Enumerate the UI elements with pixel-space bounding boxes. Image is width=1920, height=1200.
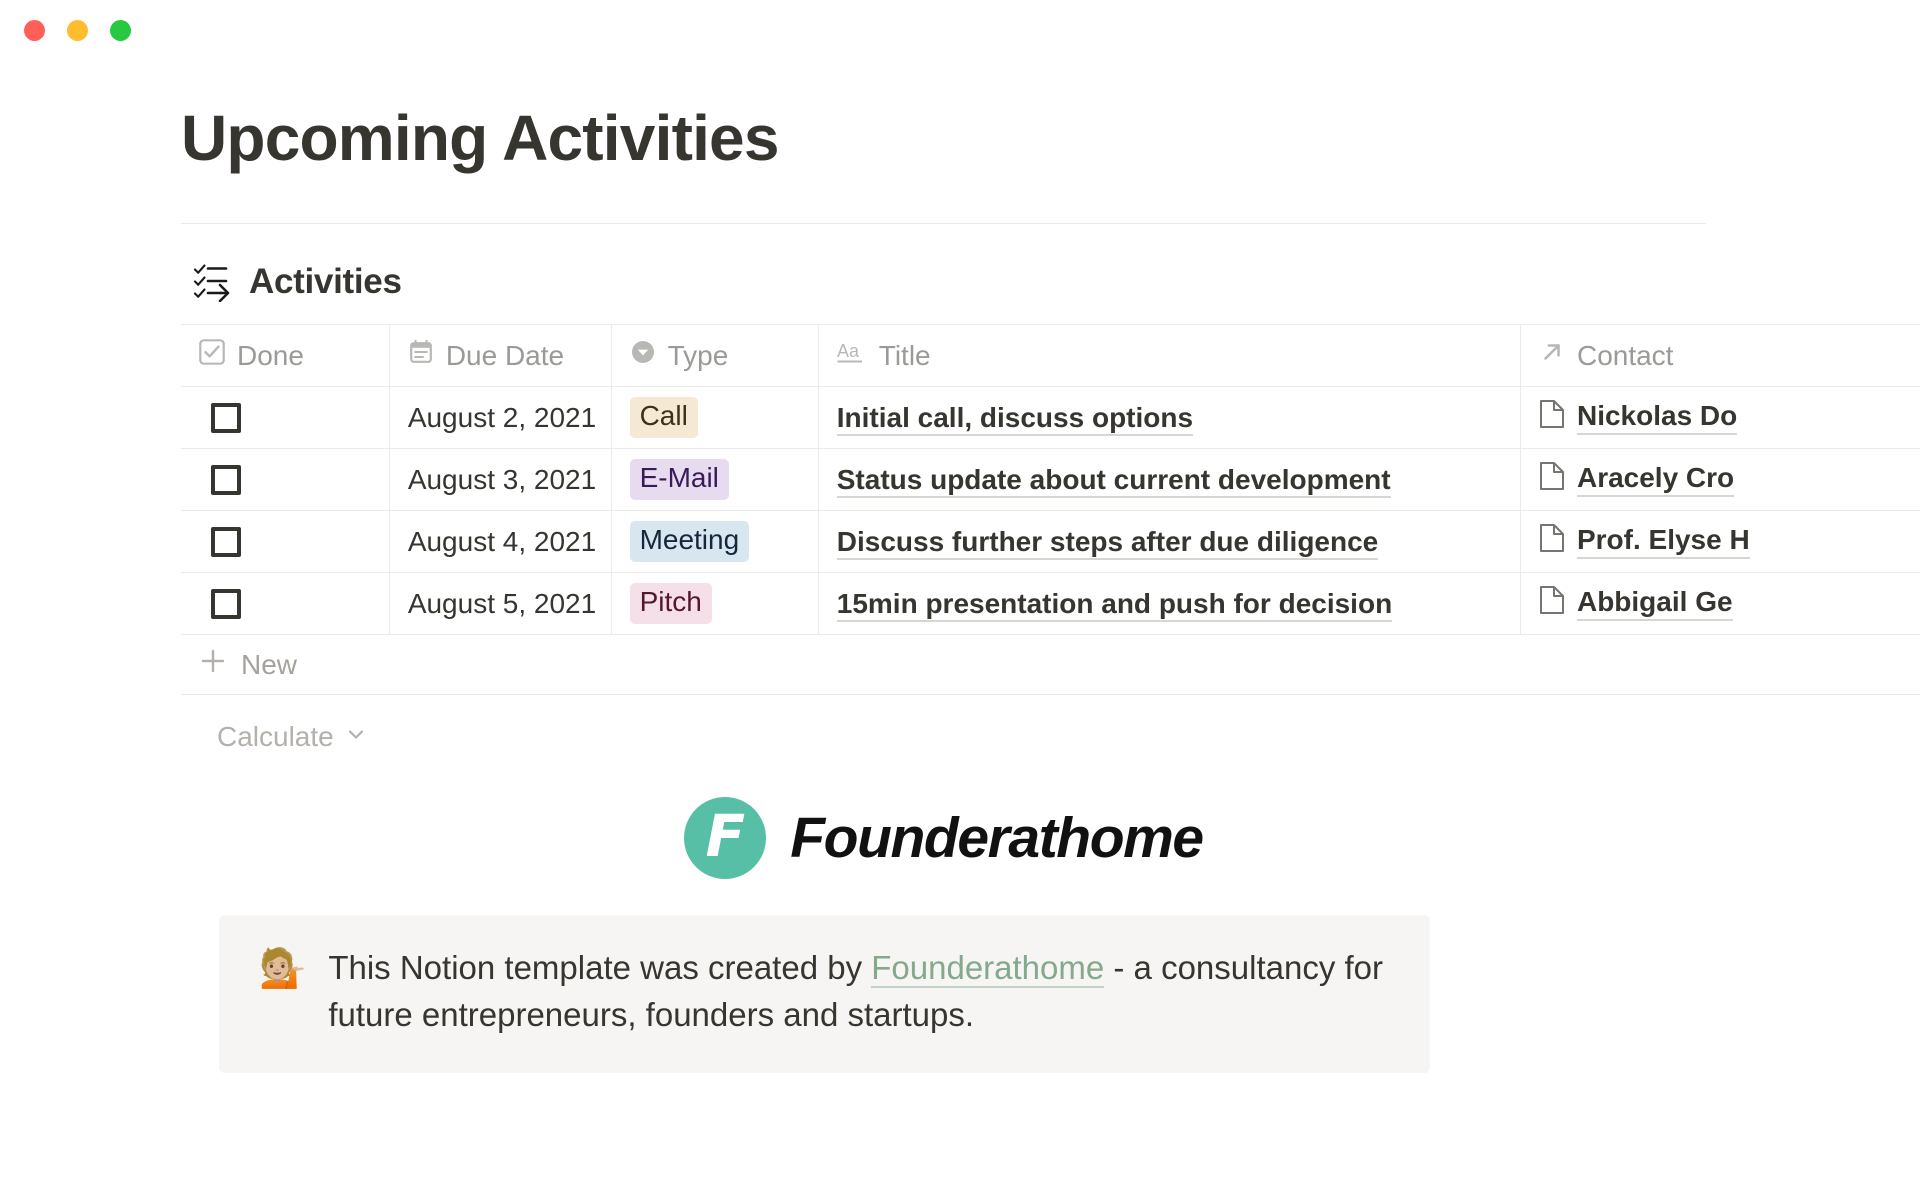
calendar-icon	[408, 339, 434, 372]
logo-mark-letter: F	[705, 802, 746, 871]
plus-icon	[199, 647, 227, 682]
cell-type[interactable]: Meeting	[611, 510, 819, 574]
column-header-contact[interactable]: Contact	[1520, 324, 1920, 388]
column-header-title[interactable]: Aa Title	[818, 324, 1521, 388]
database-table-wrapper: Done Due Date Type Aa Title Contact Augu…	[181, 324, 1920, 636]
close-button[interactable]	[24, 19, 45, 41]
logo-wordmark: Founderathome	[790, 806, 1204, 871]
callout-block: 💁🏼 This Notion template was created by F…	[219, 915, 1430, 1073]
select-icon	[630, 339, 656, 372]
column-header-due-date-label: Due Date	[445, 339, 565, 371]
cell-title[interactable]: Discuss further steps after due diligenc…	[818, 510, 1521, 574]
page-document-icon	[1539, 461, 1565, 498]
window-titlebar	[0, 0, 1920, 60]
contact-name[interactable]: Aracely Cro	[1576, 462, 1735, 498]
cell-title[interactable]: Status update about current development	[818, 448, 1521, 512]
text-aa-icon: Aa	[837, 339, 867, 372]
svg-text:Aa: Aa	[837, 341, 860, 361]
cell-contact[interactable]: Nickolas Do	[1520, 386, 1920, 450]
calculate-label: Calculate	[217, 721, 334, 753]
cell-done[interactable]	[181, 448, 390, 512]
page-title: Upcoming Activities	[181, 102, 779, 174]
done-checkbox[interactable]	[211, 464, 241, 495]
done-checkbox[interactable]	[211, 402, 241, 433]
column-header-due-date[interactable]: Due Date	[389, 324, 612, 388]
type-tag: Pitch	[629, 583, 712, 624]
new-row-label: New	[241, 648, 298, 680]
logo-mark-icon: F	[684, 797, 767, 880]
founderathome-logo: F Founderathome	[181, 797, 1706, 880]
cell-contact[interactable]: Aracely Cro	[1520, 448, 1920, 512]
cell-done[interactable]	[181, 510, 390, 574]
relation-arrow-icon	[1539, 339, 1565, 372]
column-header-done[interactable]: Done	[181, 324, 390, 388]
table-row[interactable]: August 5, 2021 Pitch 15min presentation …	[181, 572, 1920, 636]
database-title: Activities	[249, 262, 402, 302]
minimize-button[interactable]	[67, 19, 88, 41]
checklist-arrow-icon	[193, 262, 235, 303]
activity-title-link[interactable]: Initial call, discuss options	[836, 401, 1194, 436]
table-header-row: Done Due Date Type Aa Title Contact	[181, 324, 1920, 388]
title-divider	[181, 223, 1706, 225]
chevron-down-icon	[344, 721, 368, 753]
cell-due-date[interactable]: August 4, 2021	[389, 510, 612, 574]
calculate-button[interactable]: Calculate	[217, 721, 1920, 753]
activity-title-link[interactable]: Status update about current development	[836, 463, 1391, 498]
done-checkbox[interactable]	[211, 588, 241, 619]
cell-due-date[interactable]: August 2, 2021	[389, 386, 612, 450]
cell-contact[interactable]: Abbigail Ge	[1520, 572, 1920, 636]
activity-title-link[interactable]: Discuss further steps after due diligenc…	[836, 525, 1379, 560]
cell-type[interactable]: E-Mail	[611, 448, 819, 512]
contact-name[interactable]: Abbigail Ge	[1576, 586, 1733, 622]
cell-type[interactable]: Pitch	[611, 572, 819, 636]
contact-name[interactable]: Nickolas Do	[1576, 400, 1738, 436]
type-tag: Meeting	[629, 521, 750, 562]
type-tag: Call	[629, 397, 698, 438]
cell-done[interactable]	[181, 572, 390, 636]
cell-contact[interactable]: Prof. Elyse H	[1520, 510, 1920, 574]
cell-due-date[interactable]: August 3, 2021	[389, 448, 612, 512]
callout-text-before: This Notion template was created by	[328, 949, 872, 987]
table-row[interactable]: August 3, 2021 E-Mail Status update abou…	[181, 448, 1920, 512]
column-header-type-label: Type	[667, 339, 729, 371]
new-row-button[interactable]: New	[181, 635, 1920, 696]
checkbox-icon	[199, 339, 225, 372]
column-header-contact-label: Contact	[1576, 339, 1674, 371]
page-body: Upcoming Activities Activities Done Due …	[0, 102, 1920, 1073]
cell-due-date[interactable]: August 5, 2021	[389, 572, 612, 636]
page-document-icon	[1539, 523, 1565, 560]
done-checkbox[interactable]	[211, 526, 241, 557]
callout-link[interactable]: Founderathome	[871, 949, 1105, 989]
callout-text: This Notion template was created by Foun…	[328, 945, 1390, 1039]
cell-title[interactable]: 15min presentation and push for decision	[818, 572, 1521, 636]
type-tag: E-Mail	[629, 459, 729, 500]
table-row[interactable]: August 4, 2021 Meeting Discuss further s…	[181, 510, 1920, 574]
column-header-title-label: Title	[878, 339, 931, 371]
page-document-icon	[1539, 399, 1565, 436]
cell-done[interactable]	[181, 386, 390, 450]
person-tipping-hand-icon: 💁🏼	[259, 946, 307, 991]
activities-table: Done Due Date Type Aa Title Contact Augu…	[181, 324, 1920, 636]
page-content: Upcoming Activities Activities Done Due …	[0, 102, 1920, 1073]
table-row[interactable]: August 2, 2021 Call Initial call, discus…	[181, 386, 1920, 450]
column-header-done-label: Done	[237, 339, 304, 371]
contact-name[interactable]: Prof. Elyse H	[1576, 524, 1750, 560]
cell-type[interactable]: Call	[611, 386, 819, 450]
table-body: August 2, 2021 Call Initial call, discus…	[181, 386, 1920, 636]
column-header-type[interactable]: Type	[611, 324, 819, 388]
database-header: Activities	[193, 262, 1920, 303]
cell-title[interactable]: Initial call, discuss options	[818, 386, 1521, 450]
page-document-icon	[1539, 585, 1565, 622]
activity-title-link[interactable]: 15min presentation and push for decision	[836, 587, 1393, 622]
window-traffic-lights	[24, 19, 131, 41]
maximize-button[interactable]	[110, 19, 131, 41]
